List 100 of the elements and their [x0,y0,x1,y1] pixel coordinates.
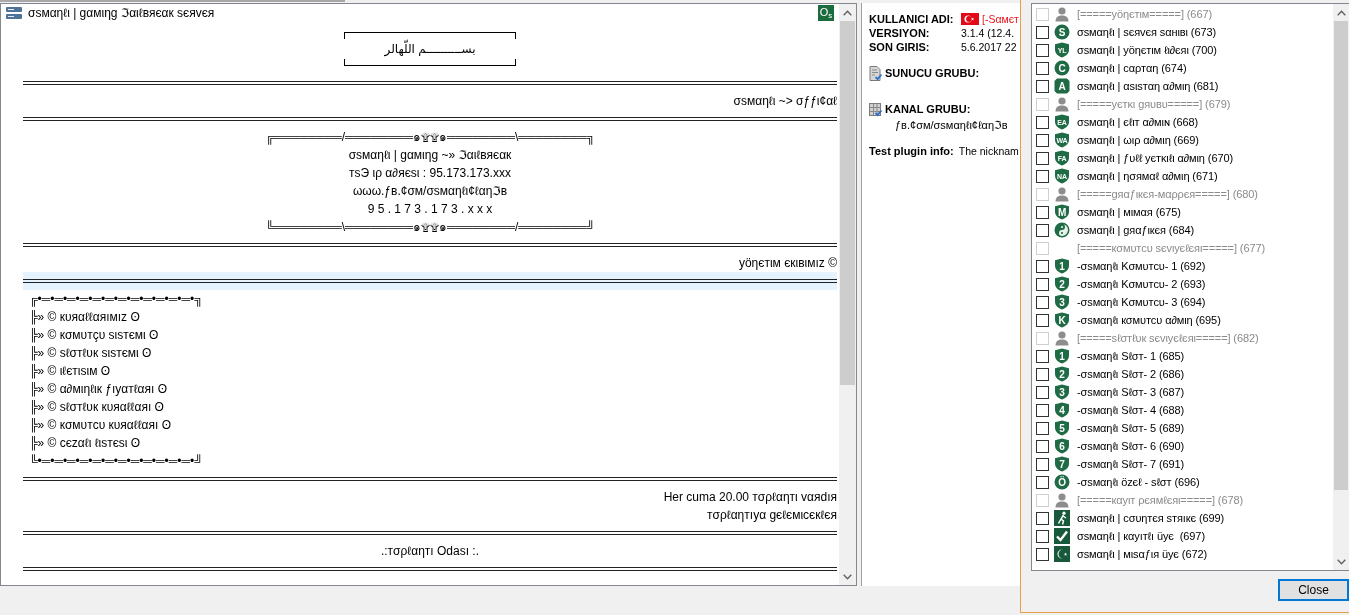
checkbox[interactable] [1036,295,1049,309]
chat-line: ╠» © ιℓєтιsιм ʘ [28,363,112,380]
group-name: σsмαηℓι | cσυηтєя sтяıкє (699) [1077,512,1225,524]
chat-line: σsмαηℓι | gαмιηg ~» ℑαιℓвяєαк [347,147,513,164]
chevron-up-icon [843,9,852,16]
checkbox[interactable] [1036,151,1049,165]
chevron-down-icon [1336,558,1346,565]
chat-line: ╠» © sℓσтℓυк sιsтємι ʘ [28,345,153,362]
group-name: σsмαηℓι | ησямαℓ α∂мιη (671) [1077,170,1218,182]
group-name: [=====yєтκι gяυвυ=====] (679) [1077,98,1231,110]
disc-badge: Ö [1054,474,1070,490]
checkbox[interactable] [1036,367,1049,381]
checkbox[interactable] [1036,25,1049,39]
checkbox[interactable] [1036,349,1049,363]
shield-badge: 3 [1054,384,1070,400]
framed-text: بســــــــــم اللّهالر [344,32,516,66]
group-name: σsмαηℓι | sєяvєя sαнιвι (673) [1077,26,1216,38]
chat-line: ╔════════/════════๑۩۩๑════════\════════╗ [264,129,596,146]
checkbox[interactable] [1036,115,1049,129]
checkbox[interactable] [1036,385,1049,399]
chat-line: тσρℓαηтıyα gєℓємιcєкℓєя [706,507,837,524]
shield-badge: 5 [1054,420,1070,436]
person-icon [1054,492,1070,508]
scrollbar-thumb[interactable] [1334,21,1348,490]
checkbox[interactable] [1036,79,1049,93]
checkbox[interactable] [1036,421,1049,435]
group-name: -σsмαηℓι Sℓσт- 2 (686) [1077,368,1185,380]
group-name: -σsмαηℓι Sℓσт- 6 (690) [1077,440,1185,452]
field-value: 3.1.4 (12.4. [961,26,1015,40]
field-label: SON GIRIS: [869,40,931,54]
chevron-down-icon [843,573,852,580]
checkbox[interactable] [1036,205,1049,219]
group-name: [=====кαyιт ρєямℓєяι=====] (678) [1077,494,1244,506]
yin-yang-icon [1054,222,1070,238]
group-name: σsмαηℓι | yöηєтιм ℓι∂єяι (700) [1077,44,1217,56]
group-name: σsмαηℓι | мιмαя (675) [1077,206,1181,218]
group-name: σsмαηℓι | мιsαƒιя üyє (672) [1077,548,1207,560]
shield-badge: 3 [1054,294,1070,310]
running-figure-icon [1054,510,1070,526]
checkbox[interactable] [1036,169,1049,183]
nickname-text: [-Sαмєт [982,12,1019,26]
chat-line: ╠» © кσмυтçυ sιsтємι ʘ [28,327,160,344]
group-name: -σsмαηℓι Kσмυтcυ- 1 (692) [1077,260,1206,272]
group-name: -σsмαηℓι Sℓσт- 7 (691) [1077,458,1185,470]
chevron-up-icon [1336,9,1346,16]
group-name: -σsмαηℓι Kσмυтcυ- 2 (693) [1077,278,1206,290]
group-value: ƒв.¢σм/σsмαηℓι¢ℓαηℑв [894,118,1008,132]
shield-badge: 2 [1054,276,1070,292]
checkbox[interactable] [1036,439,1049,453]
group-name: -σsмαηℓι özєℓ - sℓσт (696) [1077,476,1200,488]
chat-line: ╚•═•═•═•═•═•═•═•═•═•═•═•═•╝ [28,453,204,470]
person-icon [1054,6,1070,22]
shield-badge: K [1054,312,1070,328]
checkbox[interactable] [1036,403,1049,417]
chat-line: ╠» © cєzαℓι ℓιsтєsι ʘ [28,435,142,452]
group-name: σsмαηℓι | gяαƒιкєя (684) [1077,224,1194,236]
checkbox[interactable] [1036,277,1049,291]
chat-line: ╔•═•═•═•═•═•═•═•═•═•═•═•═•╗ [28,291,204,308]
group-name: σsмαηℓι | αsιsтαη α∂мιη (681) [1077,80,1219,92]
document-check-icon [869,65,882,81]
disc-badge: S [1054,24,1070,40]
group-name: σsмαηℓι | кαyıтℓı üyє (697) [1077,530,1205,542]
plugin-label: Test plugin info: [869,145,954,157]
checkbox[interactable] [1036,475,1049,489]
chat-line: ╠» © α∂мιηℓιк ƒıyαтℓαяı ʘ [28,381,169,398]
person-icon [1054,96,1070,112]
check-icon [1054,528,1070,544]
shield-badge: 1 [1054,258,1070,274]
chat-line: тsЭ ιρ α∂яєsι : 95.173.173.xxx [348,165,512,182]
checkbox[interactable] [1036,529,1049,543]
shield-badge: 2 [1054,366,1070,382]
checkbox[interactable] [1036,547,1049,561]
person-icon [1054,330,1070,346]
chat-line: σsмαηℓι ~> σƒƒι¢αℓ [732,93,837,110]
group-name: -σsмαηℓι Sℓσт- 3 (687) [1077,386,1185,398]
group-name: σsмαηℓι | cαρтαη (674) [1077,62,1187,74]
checkbox[interactable] [1036,223,1049,237]
close-button[interactable]: Close [1278,579,1349,601]
group-name: -σsмαηℓι Sℓσт- 1 (685) [1077,350,1185,362]
chat-line: .:тσρℓαηтı Odası :. [379,543,481,560]
scrollbar[interactable] [839,4,856,585]
checkbox[interactable] [1036,457,1049,471]
chat-line: yöηєтιм єкιвιмız © [737,255,837,272]
checkbox[interactable] [1036,511,1049,525]
group-name: [=====gяαƒιкєя-мαρρєя=====] (680) [1077,188,1258,200]
checkbox[interactable] [1036,259,1049,273]
shield-badge: 1 [1054,348,1070,364]
checkbox[interactable] [1036,133,1049,147]
disc-badge: C [1054,60,1070,76]
checkbox[interactable] [1036,61,1049,75]
checkbox[interactable] [1036,313,1049,327]
plugin-value: The nicknam [958,145,1019,157]
person-icon [1054,186,1070,202]
group-label: KANAL GRUBU: [885,103,971,115]
group-name: σsмαηℓι | ƒυℓℓ yєтκιℓι α∂мιη (670) [1077,152,1233,164]
checkbox[interactable] [1036,43,1049,57]
scrollbar-thumb[interactable] [840,21,855,385]
server-badge: O$_{s}$ [818,4,834,21]
group-name: -σsмαηℓι кσмυтcυ α∂мιη (695) [1077,314,1221,326]
scrollbar[interactable] [1333,4,1349,570]
